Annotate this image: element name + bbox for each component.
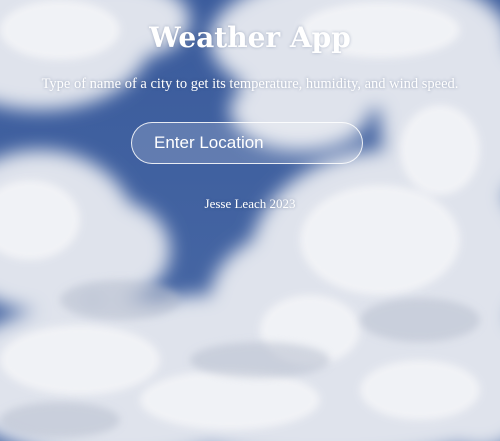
page-title: Weather App bbox=[149, 21, 351, 54]
footer-credit: Jesse Leach 2023 bbox=[204, 196, 296, 211]
page-subtitle: Type of name of a city to get its temper… bbox=[41, 76, 459, 92]
location-search-input[interactable] bbox=[131, 122, 363, 164]
weather-app-container: Weather App Type of name of a city to ge… bbox=[0, 0, 500, 441]
